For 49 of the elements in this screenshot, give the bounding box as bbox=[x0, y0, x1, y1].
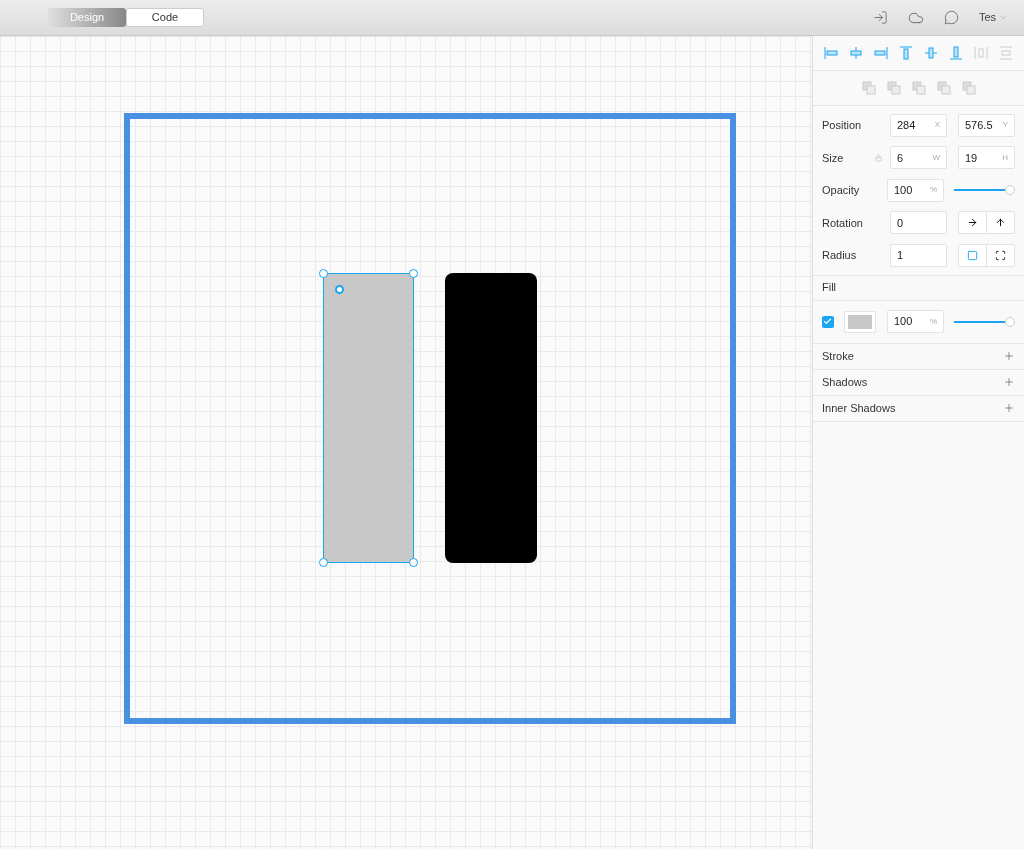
align-icon[interactable] bbox=[898, 45, 914, 61]
rounded-square-icon bbox=[967, 249, 978, 261]
align-icon[interactable] bbox=[948, 45, 964, 61]
arrow-right-icon bbox=[967, 217, 978, 229]
fill-color-swatch[interactable] bbox=[843, 310, 876, 333]
import-icon[interactable] bbox=[872, 10, 888, 25]
boolean-operation-icon[interactable] bbox=[961, 81, 976, 95]
width-field[interactable]: 6 W bbox=[890, 146, 947, 170]
slider-thumb[interactable] bbox=[1005, 185, 1015, 196]
boolean-operation-icon[interactable] bbox=[936, 81, 951, 95]
boolean-operation-icon[interactable] bbox=[886, 81, 901, 95]
property-label: Rotation bbox=[822, 215, 864, 231]
align-icon[interactable] bbox=[923, 45, 939, 61]
property-label: Radius bbox=[822, 248, 858, 263]
property-label: Opacity bbox=[822, 183, 861, 198]
comment-icon[interactable] bbox=[943, 10, 959, 25]
align-icon[interactable] bbox=[973, 45, 989, 61]
section-title: Fill bbox=[822, 280, 837, 296]
x-field[interactable]: 284 X bbox=[890, 113, 947, 137]
arrow-up-icon bbox=[995, 217, 1006, 229]
user-menu[interactable]: Tes bbox=[978, 9, 1008, 26]
opacity-slider[interactable] bbox=[954, 185, 1015, 196]
y-field[interactable]: 576.5 Y bbox=[958, 113, 1015, 137]
lock-icon[interactable] bbox=[874, 153, 882, 162]
slider-thumb[interactable] bbox=[1005, 316, 1015, 327]
mode-tab[interactable]: Code bbox=[126, 8, 204, 27]
align-icon[interactable] bbox=[823, 45, 839, 61]
opacity-slider[interactable] bbox=[954, 316, 1015, 327]
fill-checkbox[interactable] bbox=[822, 315, 834, 328]
radius-field[interactable]: 1 bbox=[890, 243, 947, 267]
add-icon[interactable] bbox=[1003, 376, 1015, 388]
height-field[interactable]: 19 H bbox=[958, 146, 1015, 170]
align-icon[interactable] bbox=[873, 45, 889, 61]
boolean-operation-icon[interactable] bbox=[911, 81, 926, 95]
add-icon[interactable] bbox=[1003, 402, 1015, 414]
align-icon[interactable] bbox=[998, 45, 1014, 61]
boolean-operation-icon[interactable] bbox=[861, 81, 876, 95]
caret-icon bbox=[999, 13, 1008, 22]
property-label: Size bbox=[822, 150, 845, 166]
add-icon[interactable] bbox=[1003, 350, 1015, 362]
section-title: Inner Shadows bbox=[822, 400, 896, 416]
align-icon[interactable] bbox=[848, 45, 864, 61]
corners-icon bbox=[995, 249, 1006, 261]
section-title: Stroke bbox=[822, 348, 854, 364]
property-label: Position bbox=[822, 118, 863, 133]
section-title: Shadows bbox=[822, 374, 868, 390]
opacity-field[interactable]: 100 % bbox=[887, 178, 944, 202]
rotation-field[interactable]: 0 bbox=[890, 211, 947, 235]
fill-opacity-field[interactable]: 100 % bbox=[887, 310, 944, 333]
